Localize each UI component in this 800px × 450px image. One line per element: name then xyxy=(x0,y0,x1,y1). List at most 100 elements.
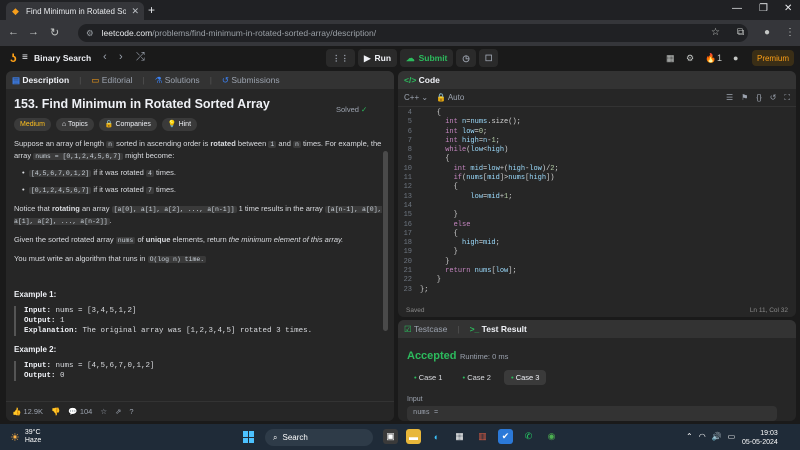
code-line[interactable]: 7 int high=n-1; xyxy=(398,137,796,146)
hint-tag[interactable]: 💡 Hint xyxy=(161,118,198,131)
fullscreen-icon[interactable]: ⛶ xyxy=(784,93,796,103)
case-tab-1[interactable]: • Case 1 xyxy=(407,370,449,385)
problem-list-link[interactable]: Binary Search xyxy=(34,53,91,63)
code-line[interactable]: 4 { xyxy=(398,109,796,118)
saved-status: Saved xyxy=(406,306,425,314)
minimize-icon[interactable]: — xyxy=(732,3,742,14)
office-app-icon[interactable]: ▥ xyxy=(475,429,490,444)
case-tab-3[interactable]: • Case 3 xyxy=(503,370,547,385)
bookmark-icon[interactable]: ⚑ xyxy=(741,93,748,102)
notes-button[interactable]: ☐ xyxy=(478,49,499,67)
task-view-icon[interactable]: ▣ xyxy=(383,429,398,444)
braces-icon[interactable]: {} xyxy=(756,93,761,102)
case-label: Case 3 xyxy=(515,373,540,382)
tab-submissions[interactable]: ↺ Submissions xyxy=(222,75,280,86)
file-explorer-icon[interactable]: ▬ xyxy=(406,429,421,444)
example-input: Input: nums = [3,4,5,1,2] xyxy=(24,306,382,316)
taskbar-search[interactable]: ⌕ Search xyxy=(265,429,373,446)
code-line[interactable]: 16 else xyxy=(398,221,796,230)
battery-icon[interactable]: ▭ xyxy=(728,432,736,441)
maximize-icon[interactable]: ❐ xyxy=(759,3,768,14)
new-tab-icon[interactable]: + xyxy=(148,3,155,17)
description-scrollbar[interactable] xyxy=(383,151,388,331)
clock[interactable]: 19:03 05-05-2024 xyxy=(742,429,778,447)
autocomplete-toggle[interactable]: 🔒 Auto xyxy=(436,93,464,102)
store-icon[interactable]: ▦ xyxy=(452,429,467,444)
chrome-icon[interactable]: ◉ xyxy=(544,429,559,444)
browser-tab[interactable]: ◆ Find Minimum in Rotated Sorte ✕ xyxy=(6,2,144,20)
tab-solutions[interactable]: ⚗ Solutions xyxy=(155,75,200,86)
whatsapp-icon[interactable]: ✆ xyxy=(521,429,536,444)
run-button[interactable]: ▶ Run xyxy=(358,49,398,67)
code-line[interactable]: 6 int low=0; xyxy=(398,128,796,137)
companies-tag[interactable]: 🔒 Companies xyxy=(98,118,157,131)
close-tab-icon[interactable]: ✕ xyxy=(131,6,144,17)
code-line[interactable]: 12 { xyxy=(398,183,796,192)
code-line[interactable]: 15 } xyxy=(398,211,796,220)
shuffle-icon[interactable]: ⤮ xyxy=(136,51,145,64)
user-avatar[interactable]: ● xyxy=(733,53,738,63)
code-line[interactable]: 13 low=mid+1; xyxy=(398,193,796,202)
help-icon[interactable]: ? xyxy=(129,407,133,416)
browser-menu-icon[interactable]: ⋮ xyxy=(785,27,795,38)
code-line[interactable]: 17 { xyxy=(398,230,796,239)
code-line[interactable]: 8 while(low<high) xyxy=(398,146,796,155)
edge-browser-icon[interactable]: ◐ xyxy=(429,429,444,444)
bookmark-star-icon[interactable]: ☆ xyxy=(711,27,720,38)
code-line[interactable]: 21 return nums[low]; xyxy=(398,267,796,276)
code-line[interactable]: 23}; xyxy=(398,286,796,295)
dislike-icon[interactable]: 👎 xyxy=(51,407,60,416)
case-tab-2[interactable]: • Case 2 xyxy=(455,370,497,385)
prev-problem-icon[interactable]: ‹ xyxy=(103,51,107,63)
back-icon[interactable]: ← xyxy=(8,26,19,38)
submit-button[interactable]: ☁ Submit xyxy=(400,49,454,67)
weather-widget[interactable]: ☀ 39°C Haze xyxy=(10,429,41,445)
extensions-icon[interactable]: ⧉ xyxy=(737,27,744,38)
profile-avatar-icon[interactable]: ● xyxy=(764,27,770,38)
settings-gear-icon[interactable]: ⚙ xyxy=(686,53,694,64)
code-line[interactable]: 18 high=mid; xyxy=(398,239,796,248)
topics-tag[interactable]: ⌂ Topics xyxy=(55,118,94,131)
wifi-icon[interactable]: ◠ xyxy=(699,432,706,441)
todo-app-icon[interactable]: ✔ xyxy=(498,429,513,444)
problem-title[interactable]: 153. Find Minimum in Rotated Sorted Arra… xyxy=(14,98,382,111)
comments-button[interactable]: 💬 104 xyxy=(68,407,92,416)
code-line[interactable]: 10 int mid=low+(high-low)/2; xyxy=(398,165,796,174)
code-line[interactable]: 9 { xyxy=(398,155,796,164)
code-editor[interactable]: 4 {5 int n=nums.size(); 6 int low=0; 7 int… xyxy=(398,109,796,295)
volume-icon[interactable]: 🔊 xyxy=(712,432,722,441)
code-line[interactable]: 20 } xyxy=(398,258,796,267)
layout-grid-icon[interactable]: ▦ xyxy=(666,53,675,64)
chevron-up-icon[interactable]: ⌃ xyxy=(686,432,693,441)
tab-code[interactable]: </> Code xyxy=(404,75,440,85)
format-icon[interactable]: ☰ xyxy=(726,93,733,102)
language-select[interactable]: C++ ⌄ xyxy=(404,93,428,102)
tab-test-result[interactable]: >_ Test Result xyxy=(470,324,527,334)
premium-button[interactable]: Premium xyxy=(752,50,794,66)
timer-button[interactable]: ◷ xyxy=(456,49,476,67)
code-line[interactable]: 11 if(nums[mid]>nums[high]) xyxy=(398,174,796,183)
share-icon[interactable]: ⇗ xyxy=(115,407,121,416)
inline-code: [4,5,6,7,0,1,2] xyxy=(28,170,92,177)
leetcode-logo-icon[interactable]: ʖ xyxy=(10,51,17,65)
tab-editorial[interactable]: ▭ Editorial xyxy=(91,75,132,86)
code-line[interactable]: 19 } xyxy=(398,248,796,257)
next-problem-icon[interactable]: › xyxy=(119,51,123,63)
forward-icon[interactable]: → xyxy=(28,26,39,38)
leetcode-favicon-icon: ◆ xyxy=(12,5,19,16)
like-button[interactable]: 👍 12.9K xyxy=(12,407,43,416)
url-field[interactable]: ⚙ leetcode.com/problems/find-minimum-in-… xyxy=(78,24,748,42)
windows-start-icon[interactable] xyxy=(243,431,255,443)
code-line[interactable]: 5 int n=nums.size(); xyxy=(398,118,796,127)
debug-button[interactable]: ⋮⋮ xyxy=(326,49,355,67)
tab-description[interactable]: ▤ Description xyxy=(12,75,69,86)
tab-testcase[interactable]: ☑ Testcase xyxy=(404,324,447,335)
code-line[interactable]: 22 } xyxy=(398,276,796,285)
close-window-icon[interactable]: ✕ xyxy=(784,3,792,14)
site-info-icon[interactable]: ⚙ xyxy=(86,28,94,39)
favorite-star-icon[interactable]: ☆ xyxy=(100,407,107,416)
reload-icon[interactable]: ↻ xyxy=(50,26,59,39)
code-line[interactable]: 14 xyxy=(398,202,796,211)
reset-icon[interactable]: ↺ xyxy=(770,93,777,102)
streak-fire-icon[interactable]: 🔥 xyxy=(705,53,716,64)
